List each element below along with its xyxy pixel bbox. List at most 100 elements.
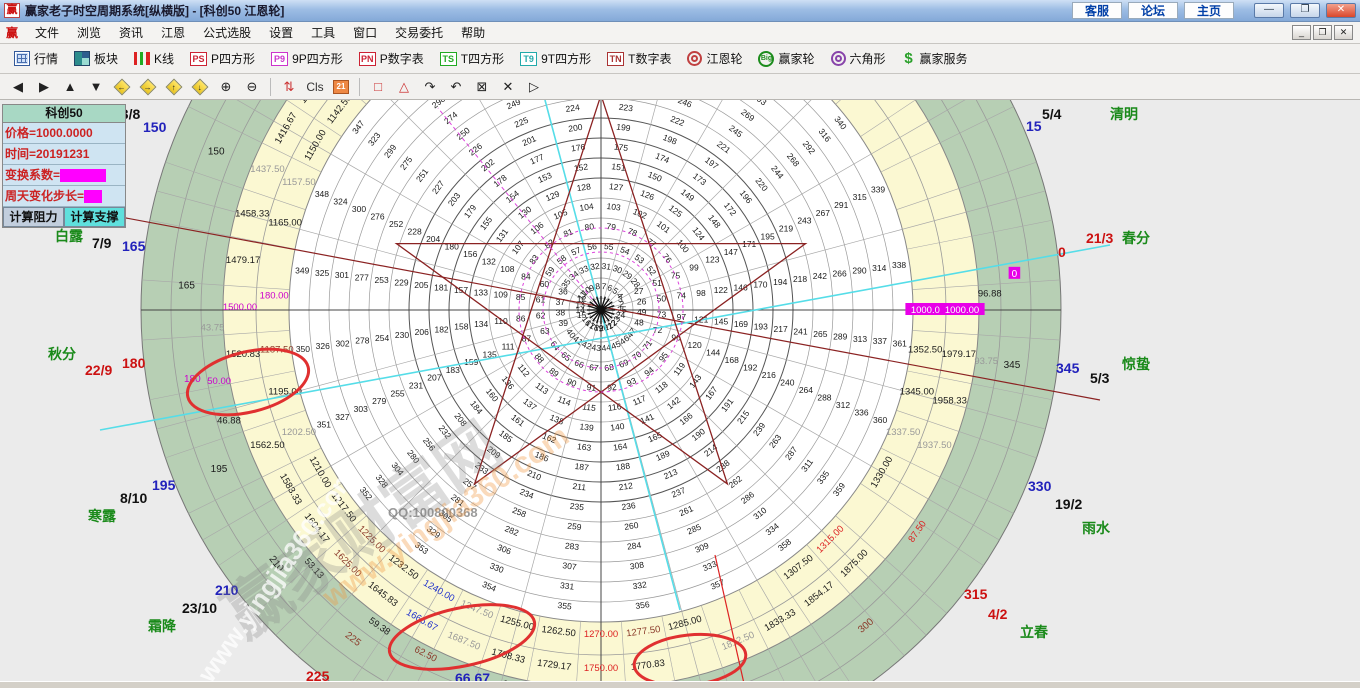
nav-up[interactable]: ▲: [58, 76, 82, 97]
svg-text:229: 229: [394, 278, 408, 288]
updown-marks[interactable]: ⇅: [277, 76, 301, 97]
svg-text:276: 276: [370, 212, 384, 222]
toolbar-button-赢家轮[interactable]: Big赢家轮: [750, 46, 822, 71]
app-logo-icon: 赢: [4, 3, 20, 18]
minimize-button[interactable]: —: [1254, 3, 1284, 18]
step-left[interactable]: ←: [110, 76, 134, 97]
calc-support-button[interactable]: 计算支撑: [64, 207, 125, 227]
wheel-rim-label: 19/2: [1055, 496, 1082, 512]
svg-text:1157.50: 1157.50: [282, 177, 316, 188]
svg-text:336: 336: [854, 407, 868, 417]
rect-tool[interactable]: □: [366, 76, 390, 97]
svg-text:98: 98: [696, 288, 706, 298]
svg-text:139: 139: [579, 421, 595, 433]
svg-text:122: 122: [714, 285, 728, 295]
step-down[interactable]: ↓: [188, 76, 212, 97]
step-right[interactable]: →: [136, 76, 160, 97]
svg-text:254: 254: [375, 333, 389, 343]
menu-item-文件[interactable]: 文件: [26, 24, 68, 42]
toolbar-button-江恩轮[interactable]: 江恩轮: [679, 46, 750, 71]
mdi-control-2[interactable]: ✕: [1334, 25, 1353, 40]
menu-item-设置[interactable]: 设置: [260, 24, 302, 42]
mdi-control-1[interactable]: ❐: [1313, 25, 1332, 40]
pointer-tool[interactable]: ▷: [522, 76, 546, 97]
svg-text:200: 200: [568, 122, 584, 134]
masked-value: [84, 190, 102, 203]
toolbar-label: P数字表: [380, 50, 424, 67]
mdi-control-0[interactable]: _: [1292, 25, 1311, 40]
toolbar-button-板块[interactable]: 板块: [66, 46, 126, 71]
svg-text:253: 253: [375, 275, 389, 285]
svg-text:96.88: 96.88: [978, 288, 1002, 299]
menu-item-公式选股[interactable]: 公式选股: [194, 24, 260, 42]
triangle-tool[interactable]: △: [392, 76, 416, 97]
svg-text:75: 75: [671, 270, 681, 280]
toolbar-button-赢家服务[interactable]: $赢家服务: [894, 46, 976, 71]
toolbar-button-行情[interactable]: 行情: [6, 46, 66, 71]
calendar[interactable]: 21: [329, 76, 353, 97]
step-up[interactable]: ↑: [162, 76, 186, 97]
toolbar-separator: [359, 78, 360, 96]
toolbar-button-T数字表[interactable]: TNT数字表: [599, 46, 679, 71]
svg-text:123: 123: [705, 255, 719, 265]
svg-text:243: 243: [797, 216, 811, 226]
menu-item-交易委托[interactable]: 交易委托: [386, 24, 452, 42]
svg-text:224: 224: [565, 102, 581, 114]
svg-text:313: 313: [853, 334, 867, 344]
menu-item-浏览[interactable]: 浏览: [68, 24, 110, 42]
menu-item-工具[interactable]: 工具: [302, 24, 344, 42]
svg-text:181: 181: [434, 282, 448, 292]
collapse-tool[interactable]: ✕: [496, 76, 520, 97]
title-bar: 赢 赢家老子时空周期系统[纵横版] - [科创50 江恩轮] 客服论坛主页 — …: [0, 0, 1360, 22]
T9-icon: T9: [520, 52, 537, 66]
nav-right[interactable]: ▶: [32, 76, 56, 97]
wheel-rim-label: 21/3: [1086, 230, 1113, 246]
title-link-0[interactable]: 客服: [1072, 2, 1122, 19]
svg-text:165: 165: [178, 280, 195, 291]
toolbar-button-P数字表[interactable]: PNP数字表: [351, 46, 432, 71]
svg-text:303: 303: [354, 404, 368, 414]
wheel-rim-label: 195: [152, 477, 175, 493]
select-region[interactable]: ⊠: [470, 76, 494, 97]
title-link-2[interactable]: 主页: [1184, 2, 1234, 19]
rotate-cw[interactable]: ↷: [418, 76, 442, 97]
svg-text:132: 132: [482, 257, 496, 267]
toolbar-button-9T四方形[interactable]: T99T四方形: [512, 46, 599, 71]
gann-wheel-area: 2345678910111213141516171819202122232425…: [0, 100, 1360, 681]
close-button[interactable]: ✕: [1326, 3, 1356, 18]
toolbar-button-六角形[interactable]: 六角形: [823, 46, 894, 71]
restore-button[interactable]: ❐: [1290, 3, 1320, 18]
title-link-1[interactable]: 论坛: [1128, 2, 1178, 19]
svg-text:180.00: 180.00: [260, 291, 289, 302]
svg-text:266: 266: [833, 268, 847, 278]
wheel-rim-label: 225: [306, 668, 329, 681]
svg-text:356: 356: [635, 599, 651, 611]
svg-text:80: 80: [584, 221, 595, 232]
rotate-ccw[interactable]: ↶: [444, 76, 468, 97]
toolbar-button-P四方形[interactable]: PSP四方形: [182, 46, 263, 71]
calc-resistance-button[interactable]: 计算阻力: [3, 207, 64, 227]
toolbar-separator: [270, 78, 271, 96]
menu-item-江恩[interactable]: 江恩: [152, 24, 194, 42]
TS-icon: TS: [440, 52, 457, 66]
toolbar-button-K线[interactable]: K线: [126, 46, 182, 71]
nav-down[interactable]: ▼: [84, 76, 108, 97]
cls-button[interactable]: Cls: [303, 76, 327, 97]
toolbar-button-9P四方形[interactable]: P99P四方形: [263, 46, 351, 71]
svg-text:308: 308: [629, 560, 645, 572]
menu-item-资讯[interactable]: 资讯: [110, 24, 152, 42]
wheel-rim-label: 惊蛰: [1122, 354, 1150, 374]
wheel-rim-label: 白露: [55, 226, 83, 246]
svg-text:260: 260: [624, 520, 640, 532]
svg-text:301: 301: [335, 270, 349, 280]
zoom-in[interactable]: ⊕: [214, 76, 238, 97]
svg-text:312: 312: [836, 400, 850, 410]
svg-text:255: 255: [390, 388, 404, 398]
menu-item-窗口[interactable]: 窗口: [344, 24, 386, 42]
toolbar-button-T四方形[interactable]: TST四方形: [432, 46, 512, 71]
menu-item-帮助[interactable]: 帮助: [452, 24, 494, 42]
zoom-out[interactable]: ⊖: [240, 76, 264, 97]
nav-left[interactable]: ◀: [6, 76, 30, 97]
svg-text:26: 26: [637, 296, 647, 306]
svg-text:147: 147: [724, 247, 738, 257]
